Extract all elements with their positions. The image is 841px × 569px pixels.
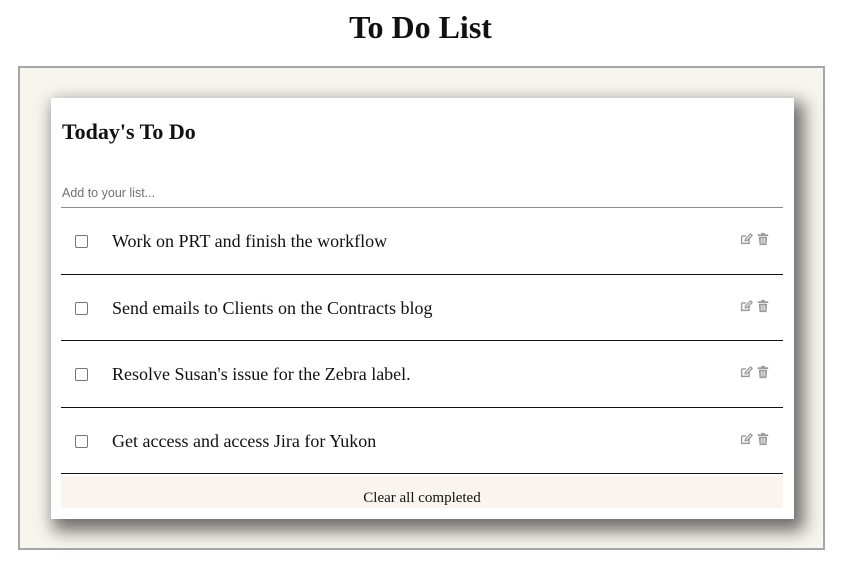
todo-actions	[739, 365, 770, 379]
add-item-input[interactable]	[61, 178, 783, 208]
todo-checkbox[interactable]	[75, 301, 88, 315]
todo-checkbox[interactable]	[75, 235, 88, 248]
page-title: To Do List	[349, 9, 492, 45]
trash-icon[interactable]	[756, 299, 770, 313]
edit-icon[interactable]	[739, 432, 753, 446]
todo-checkbox[interactable]	[75, 368, 88, 381]
todo-item: Send emails to Clients on the Contracts …	[61, 275, 783, 341]
edit-icon[interactable]	[739, 365, 753, 379]
todo-list: Work on PRT and finish the workflow Send…	[61, 208, 783, 474]
app-frame: Today's To Do Work on PRT and finish the…	[18, 66, 825, 550]
todo-actions	[739, 299, 770, 313]
todo-card: Today's To Do Work on PRT and finish the…	[51, 98, 794, 519]
trash-icon[interactable]	[756, 232, 770, 246]
todo-text: Resolve Susan's issue for the Zebra labe…	[112, 364, 411, 384]
todo-text: Work on PRT and finish the workflow	[112, 231, 388, 251]
edit-icon[interactable]	[739, 299, 753, 313]
trash-icon[interactable]	[756, 432, 770, 446]
todo-actions	[739, 232, 770, 246]
trash-icon[interactable]	[756, 365, 770, 379]
todo-checkbox[interactable]	[75, 434, 88, 448]
todo-text: Send emails to Clients on the Contracts …	[112, 297, 433, 318]
clear-completed-button[interactable]: Clear all completed	[61, 476, 783, 508]
todo-text: Get access and access Jira for Yukon	[112, 430, 377, 451]
card-title: Today's To Do	[62, 119, 196, 144]
edit-icon[interactable]	[739, 232, 753, 246]
todo-item: Get access and access Jira for Yukon	[61, 408, 783, 474]
todo-item: Resolve Susan's issue for the Zebra labe…	[61, 341, 783, 408]
todo-item: Work on PRT and finish the workflow	[61, 208, 783, 275]
todo-actions	[739, 432, 770, 446]
